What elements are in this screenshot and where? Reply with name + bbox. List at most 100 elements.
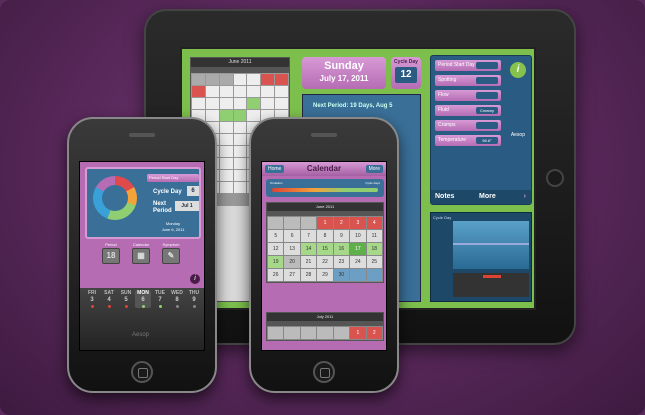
picker-day[interactable]: TUE 7 [152,290,168,308]
home-button[interactable] [313,361,335,383]
ipad-calendar-cell[interactable] [275,74,288,85]
picker-day[interactable]: SUN 5 [118,290,134,308]
symptom-row[interactable]: Period Start Day [435,60,501,71]
cycle-wheel-icon[interactable] [93,176,137,220]
ipad-calendar-cell[interactable] [219,170,233,181]
picker-day[interactable]: FRI 3 [84,290,100,308]
ipad-calendar-cell[interactable] [192,98,205,109]
ipad-calendar-cell[interactable] [192,74,205,85]
calendar-day-cell[interactable]: 6 [284,230,300,242]
home-button[interactable] [131,361,153,383]
picker-day[interactable]: THU 9 [186,290,202,308]
ipad-calendar-cell[interactable] [233,74,247,85]
ipad-calendar-cell[interactable] [275,86,288,97]
ipad-calendar-cell[interactable] [192,86,205,97]
ipad-calendar-cell[interactable] [219,146,233,157]
ipad-more-label[interactable]: More [479,190,496,204]
tab-symptom[interactable]: Symptom ✎ [160,242,182,264]
symptom-row[interactable]: Temperature 98.6° [435,135,501,146]
calendar-icon[interactable]: ▦ [132,248,150,264]
calendar-day-cell[interactable] [300,327,317,339]
calendar-day-cell[interactable]: 4 [366,217,382,229]
calendar-day-cell[interactable] [268,327,284,339]
ipad-calendar-cell[interactable] [205,74,219,85]
ipad-calendar-cell[interactable] [219,122,233,133]
calendar-day-cell[interactable]: 23 [333,256,350,268]
ipad-calendar-cell[interactable] [219,74,233,85]
calendar-day-cell[interactable]: 13 [284,243,300,255]
calendar-day-cell[interactable]: 18 [366,243,382,255]
calendar-day-cell[interactable]: 1 [317,217,333,229]
calendar-grid[interactable]: 12 [267,326,383,340]
calendar-day-cell[interactable] [300,217,317,229]
ipad-calendar-cell[interactable] [233,110,247,121]
symptom-toggle[interactable] [476,92,498,99]
symptom-toggle[interactable] [476,62,498,69]
symptom-row[interactable]: Cramps [435,120,501,131]
picker-day[interactable]: WED 8 [169,290,185,308]
calendar-day-cell[interactable]: 12 [268,243,284,255]
tab-calendar[interactable]: Calendar ▦ [130,242,152,264]
symptom-row[interactable]: Fluid Creamy [435,105,501,116]
calendar-day-cell[interactable]: 21 [300,256,317,268]
symptom-toggle[interactable] [476,122,498,129]
calendar-day-cell[interactable]: 7 [300,230,317,242]
info-icon[interactable]: i [190,274,200,284]
ipad-calendar-cell[interactable] [233,134,247,145]
ipad-calendar-cell[interactable] [261,86,275,97]
ipad-calendar-cell[interactable] [233,146,247,157]
calendar-day-cell[interactable] [268,217,284,229]
calendar-day-cell[interactable]: 2 [333,217,350,229]
calendar-day-cell[interactable]: 22 [317,256,333,268]
calendar-day-cell[interactable]: 17 [350,243,366,255]
day-picker[interactable]: Aesop FRI 3 SAT 4 SUN 5 MON 6 TUE 7 WED 8 THU 9 [80,288,204,350]
ipad-calendar-cell[interactable] [233,182,247,193]
symptom-toggle[interactable]: Creamy [476,107,498,114]
tab-period[interactable]: Period 18 [100,242,122,264]
calendar-day-cell[interactable]: 3 [350,217,366,229]
calendar-day-cell[interactable]: 26 [268,269,284,281]
ipad-calendar-cell[interactable] [261,98,275,109]
ipad-calendar-cell[interactable] [205,86,219,97]
calendar-day-cell[interactable]: 14 [300,243,317,255]
ipad-notes-bar[interactable]: Notes More › [431,190,531,204]
more-nav-button[interactable]: More [365,165,383,173]
calendar-day-cell[interactable]: 10 [350,230,366,242]
ipad-calendar-cell[interactable] [219,182,233,193]
calendar-day-cell[interactable] [284,217,300,229]
ipad-calendar-cell[interactable] [205,98,219,109]
calendar-day-cell[interactable] [366,269,382,281]
calendar-day-cell[interactable]: 1 [350,327,366,339]
symptom-toggle[interactable]: 98.6° [476,137,498,144]
calendar-day-cell[interactable]: 20 [284,256,300,268]
calendar-day-cell[interactable] [333,327,350,339]
ipad-calendar-cell[interactable] [233,158,247,169]
calendar-day-cell[interactable]: 15 [317,243,333,255]
symptom-row[interactable]: Spotting [435,75,501,86]
info-icon[interactable]: i [510,62,526,78]
ipad-notes-label[interactable]: Notes [435,193,454,200]
ipad-calendar-cell[interactable] [233,122,247,133]
ipad-calendar-cell[interactable] [233,170,247,181]
calendar-day-cell[interactable]: 27 [284,269,300,281]
ipad-calendar-cell[interactable] [205,110,219,121]
ipad-calendar-cell[interactable] [247,98,261,109]
calendar-day-cell[interactable]: 11 [366,230,382,242]
calendar-day-cell[interactable]: 9 [333,230,350,242]
ipad-calendar-cell[interactable] [233,86,247,97]
calendar-day-cell[interactable] [317,327,333,339]
ipad-calendar-cell[interactable] [247,110,261,121]
ipad-home-button[interactable] [546,169,564,187]
cycle-slider[interactable]: Ovulation Cycle days [266,179,384,197]
ipad-calendar-cell[interactable] [219,86,233,97]
ipad-calendar-cell[interactable] [275,98,288,109]
calendar-day-cell[interactable]: 30 [333,269,350,281]
calendar-day-cell[interactable]: 19 [268,256,284,268]
symptom-toggle[interactable] [476,77,498,84]
ipad-calendar-cell[interactable] [247,86,261,97]
ipad-calendar-cell[interactable] [233,98,247,109]
calendar-day-cell[interactable] [350,269,366,281]
slider-track[interactable] [272,188,378,192]
calendar-day-cell[interactable]: 8 [317,230,333,242]
picker-day[interactable]: SAT 4 [101,290,117,308]
